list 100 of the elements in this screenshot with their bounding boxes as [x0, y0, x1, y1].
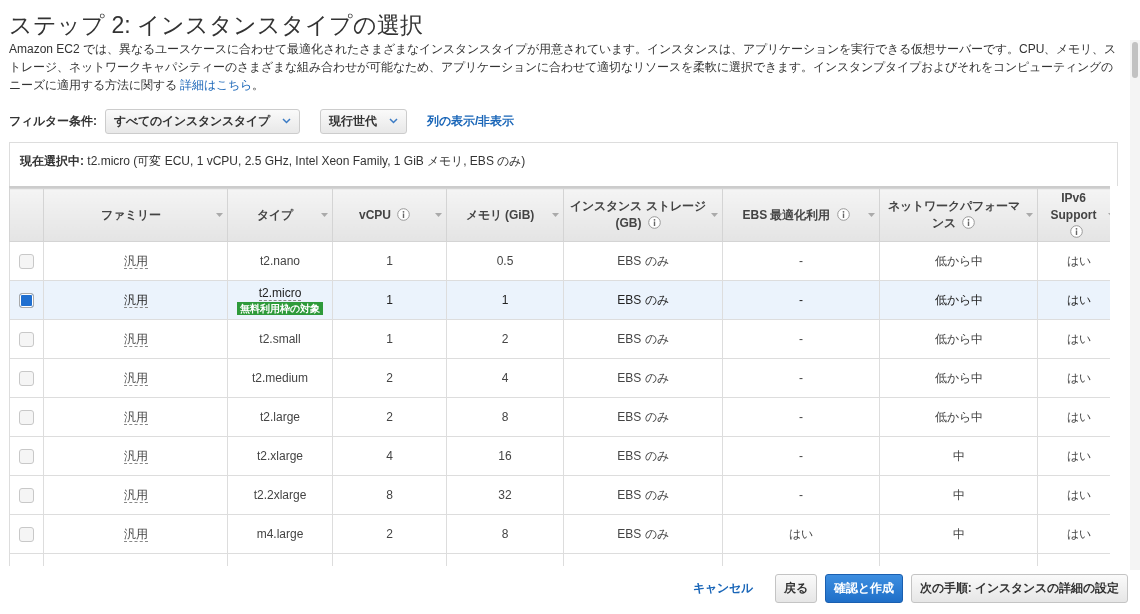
column-header[interactable]: ネットワークパフォーマンス	[879, 188, 1038, 242]
info-icon[interactable]	[397, 207, 410, 221]
table-cell: -	[799, 410, 803, 424]
generation-dropdown[interactable]: 現行世代	[320, 108, 407, 134]
cancel-link[interactable]: キャンセル	[692, 580, 753, 597]
table-cell: t2.nano	[259, 254, 300, 268]
table-cell: -	[799, 293, 803, 307]
table-cell: m4.large	[256, 527, 304, 541]
row-checkbox[interactable]	[19, 253, 34, 269]
row-checkbox[interactable]	[19, 448, 34, 464]
table-cell: 2	[386, 371, 393, 385]
show-hide-columns-link[interactable]: 列の表示/非表示	[427, 112, 515, 130]
table-cell: EBS のみ	[617, 253, 669, 268]
table-cell: 低から中	[934, 253, 983, 268]
table-cell: はい	[1066, 292, 1091, 307]
table-cell: 4	[501, 371, 509, 385]
table-cell: 中	[952, 448, 965, 463]
table-cell: 16	[498, 449, 512, 463]
table-cell: 4	[386, 449, 393, 463]
table-cell: はい	[1066, 370, 1091, 385]
column-header[interactable]: メモリ (GiB)	[446, 188, 564, 242]
table-cell: はい	[789, 526, 813, 541]
table-cell: -	[799, 449, 803, 463]
table-cell: EBS のみ	[617, 487, 669, 502]
table-cell: 中	[952, 526, 965, 541]
family-text[interactable]: 汎用	[123, 253, 148, 269]
learn-more-link[interactable]: 詳細はこちら	[180, 78, 253, 92]
table-cell: 1	[501, 293, 509, 307]
family-text[interactable]: 汎用	[123, 448, 148, 464]
caret-icon	[282, 118, 291, 124]
current-selection-text: 現在選択中: t2.micro (可変 ECU, 1 vCPU, 2.5 GHz, Intel Xeon Family, 1 GiB メモリ, EBS のみ)	[20, 154, 526, 168]
table-cell: -	[799, 254, 803, 268]
table-cell: -	[799, 371, 803, 385]
page-title: ステップ 2: インスタンスタイプの選択	[9, 11, 424, 40]
family-text[interactable]: 汎用	[123, 292, 148, 308]
table-cell: t2.large	[260, 410, 300, 424]
table-cell: 低から中	[934, 370, 983, 385]
table-cell: 0.5	[496, 254, 514, 268]
table-cell: 低から中	[934, 292, 983, 307]
info-icon[interactable]	[836, 207, 850, 221]
table-cell: 8	[386, 488, 393, 502]
table-cell: EBS のみ	[617, 331, 669, 346]
row-checkbox[interactable]	[19, 526, 34, 542]
table-cell: EBS のみ	[617, 526, 669, 541]
table-cell: 2	[386, 527, 393, 541]
table-cell: EBS のみ	[617, 292, 669, 307]
next-step-button[interactable]: 次の手順: インスタンスの詳細の設定	[910, 574, 1128, 603]
table-cell: t2.xlarge	[257, 449, 303, 463]
caret-icon	[389, 118, 398, 124]
table-cell: 32	[498, 488, 512, 502]
family-text[interactable]: 汎用	[123, 370, 148, 386]
info-icon[interactable]	[647, 216, 661, 229]
info-icon[interactable]	[1070, 224, 1083, 238]
column-header[interactable]: タイプ	[227, 188, 333, 242]
row-checkbox[interactable]	[19, 487, 34, 503]
table-cell: はい	[1066, 253, 1091, 268]
table-cell: 2	[386, 410, 393, 424]
table-cell: -	[799, 332, 803, 346]
column-header[interactable]: IPv6 Support	[1037, 188, 1110, 242]
table-cell: はい	[1066, 526, 1091, 541]
table-cell: 2	[501, 332, 509, 346]
description-text: Amazon EC2 では、異なるユースケースに合わせて最適化されたさまざまなインスタンスタイプが用意されています。インスタンスは、アプリケーションを実行できる仮想サーバーです。CPU、メモリ、ストレージ、ネットワークキャパシティーのさまざまな組み合わせが可能なため、アプリケーションに合わせて適切なリソースを柔軟に選択できます。インスタンプタイプおよびそれをコンピューティングのニーズに適用する方法に関する 詳細はこちら。	[9, 41, 1118, 94]
filter-label: フィルター条件:	[9, 112, 97, 130]
table-cell: 低から中	[934, 409, 983, 424]
family-text[interactable]: 汎用	[123, 526, 148, 542]
column-header[interactable]: vCPU	[332, 188, 447, 242]
table-cell: EBS のみ	[617, 448, 669, 463]
table-cell: EBS のみ	[617, 409, 669, 424]
column-header[interactable]: EBS 最適化利用	[722, 188, 880, 242]
table-cell: EBS のみ	[617, 370, 669, 385]
row-checkbox[interactable]	[19, 370, 34, 386]
table-cell: 8	[501, 527, 509, 541]
back-button[interactable]: 戻る	[774, 574, 817, 603]
table-cell: はい	[1066, 331, 1091, 346]
family-text[interactable]: 汎用	[123, 409, 148, 425]
table-cell: t2.small	[259, 332, 301, 346]
table-cell: はい	[1066, 487, 1091, 502]
review-and-launch-button[interactable]: 確認と作成	[824, 574, 903, 603]
table-cell: 8	[501, 410, 509, 424]
table-cell: 1	[386, 332, 393, 346]
row-checkbox[interactable]	[19, 292, 34, 308]
row-checkbox[interactable]	[19, 331, 34, 347]
row-checkbox[interactable]	[19, 409, 34, 425]
table-cell: 中	[952, 487, 965, 502]
instance-type-dropdown[interactable]: すべてのインスタンスタイプ	[105, 108, 300, 134]
column-header[interactable]: インスタンス ストレージ (GB)	[563, 188, 723, 242]
table-cell: 1	[386, 293, 393, 307]
free-tier-badge: 無料利用枠の対象	[237, 301, 323, 315]
family-text[interactable]: 汎用	[123, 487, 148, 503]
info-icon[interactable]	[962, 216, 975, 229]
table-cell: t2.medium	[252, 371, 308, 385]
table-cell: t2.2xlarge	[253, 488, 307, 502]
family-text[interactable]: 汎用	[123, 331, 148, 347]
column-header[interactable]: ファミリー	[43, 188, 228, 242]
type-text[interactable]: t2.micro	[258, 285, 302, 301]
table-cell: 低から中	[934, 331, 983, 346]
table-cell: -	[799, 488, 803, 502]
scrollbar-drawing[interactable]	[1130, 40, 1140, 570]
table-cell: 1	[386, 254, 393, 268]
table-cell: はい	[1066, 409, 1091, 424]
